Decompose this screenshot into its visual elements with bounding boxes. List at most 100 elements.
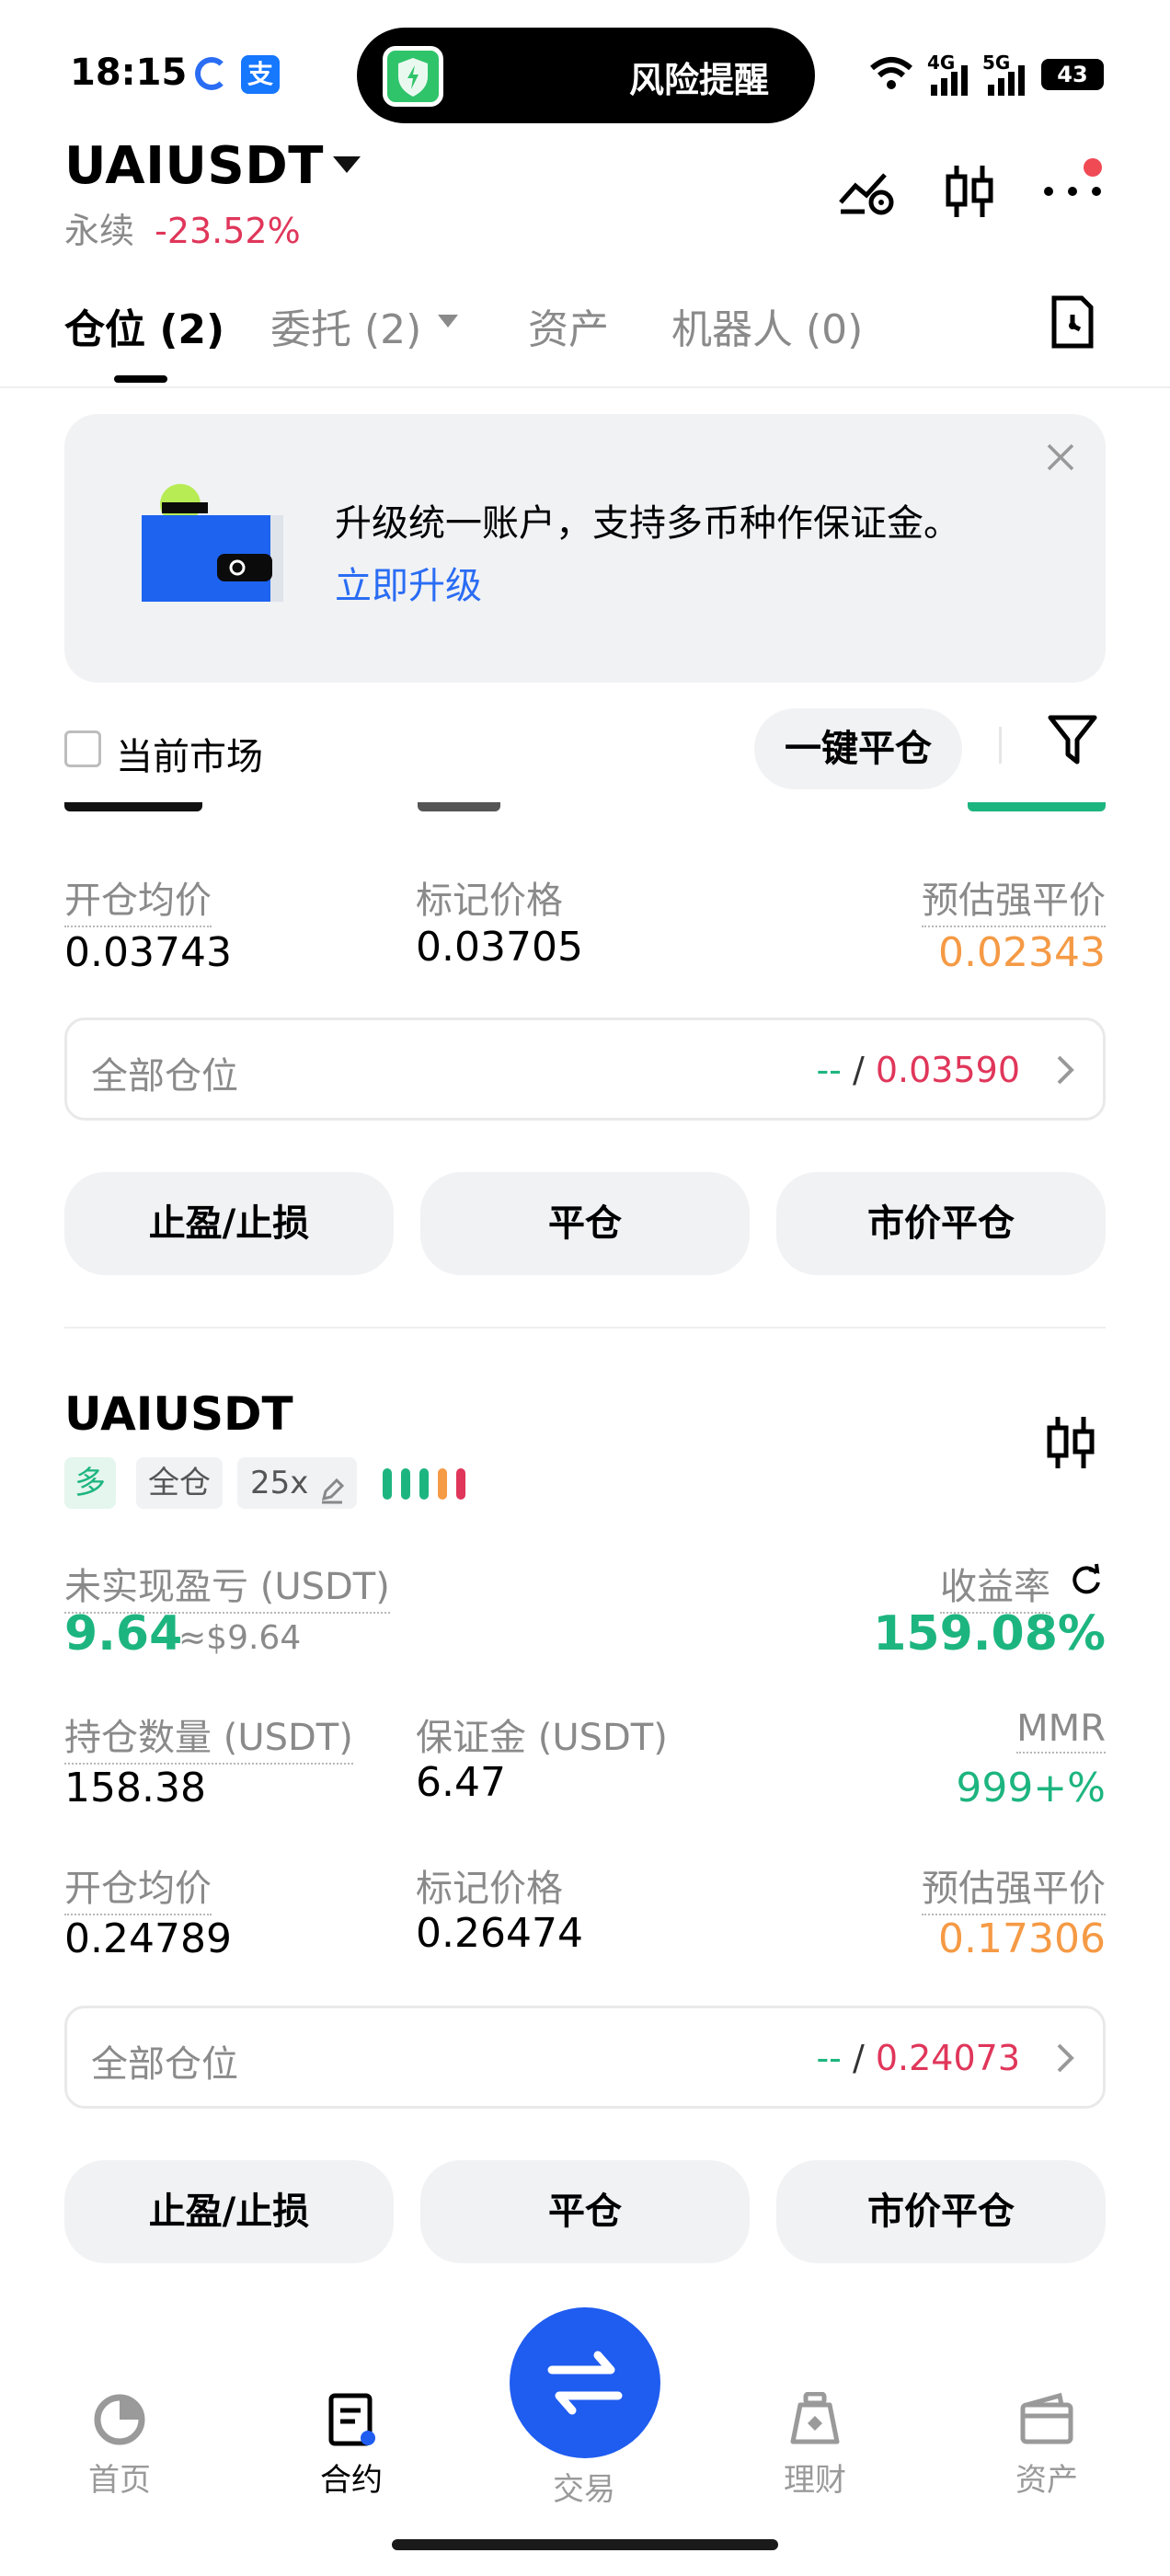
status-time: 18:15 <box>70 52 188 94</box>
banner-message: 升级统一账户，支持多币种作保证金。 <box>335 502 960 545</box>
position-actions: 止盈/止损 平仓 市价平仓 <box>64 2160 1106 2263</box>
alipay-icon: 支 <box>241 55 280 94</box>
margin-value: 6.47 <box>416 1759 506 1806</box>
nav-finance[interactable]: 理财 <box>746 2391 884 2500</box>
island-alert-text: 风险提醒 <box>629 60 770 100</box>
all-positions-label: 全部仓位 <box>91 1055 238 1098</box>
close-position-button[interactable]: 平仓 <box>420 2160 750 2263</box>
app-c-icon <box>195 57 228 90</box>
avg-open-label: 开仓均价 <box>64 1858 212 1915</box>
tab-orders[interactable]: 委托 (2) <box>270 296 421 355</box>
tpsl-values: -- / 0.24073 <box>816 2038 1020 2078</box>
refresh-icon[interactable] <box>1069 1562 1104 1601</box>
contract-type-row: 永续 -23.52% <box>64 202 301 253</box>
leverage-tag[interactable]: 25x <box>237 1457 357 1509</box>
nav-home-label: 首页 <box>88 2462 151 2499</box>
avg-open-value: 0.24789 <box>64 1915 232 1962</box>
size-label: 持仓数量 (USDT) <box>64 1708 353 1765</box>
avg-open-value: 0.03743 <box>64 929 232 976</box>
chevron-right-icon <box>1055 1053 1075 1090</box>
market-close-button[interactable]: 市价平仓 <box>776 2160 1106 2263</box>
trade-signal-icon[interactable] <box>837 166 896 221</box>
upnl-usd-value: ≈$9.64 <box>178 1619 302 1657</box>
mark-price-label: 标记价格 <box>416 880 563 922</box>
all-positions-label: 全部仓位 <box>91 2043 238 2086</box>
nav-contract[interactable]: 合约 <box>282 2392 420 2500</box>
candlestick-chart-icon[interactable] <box>942 162 997 224</box>
liq-price-value: 0.17306 <box>938 1915 1106 1962</box>
active-tab-indicator <box>114 375 167 383</box>
notification-dot <box>1084 158 1102 177</box>
position-symbol[interactable]: UAIUSDT <box>64 1387 293 1441</box>
clipped-row <box>0 802 1170 813</box>
roe-label: 收益率 <box>940 1557 1050 1614</box>
divider <box>64 1327 1106 1328</box>
nav-trade-label[interactable]: 交易 <box>515 2464 653 2509</box>
current-market-checkbox[interactable] <box>64 730 101 767</box>
mark-price-value: 0.03705 <box>416 924 583 971</box>
side-tag: 多 <box>64 1457 116 1509</box>
wallet-illustration-icon <box>142 482 285 605</box>
sl-value: 0.03590 <box>875 1050 1020 1090</box>
more-icon[interactable] <box>1043 184 1102 201</box>
tpsl-button[interactable]: 止盈/止损 <box>64 1172 394 1275</box>
chevron-right-icon <box>1055 2041 1075 2078</box>
tp-value: -- <box>816 2038 842 2078</box>
upnl-label: 未实现盈亏 (USDT) <box>64 1557 390 1614</box>
tp-value: -- <box>816 1050 842 1090</box>
leverage-value: 25x <box>250 1465 309 1501</box>
tab-positions[interactable]: 仓位 (2) <box>64 296 224 355</box>
mmr-value: 999+% <box>956 1765 1106 1811</box>
shield-icon <box>383 46 443 107</box>
avg-open-label: 开仓均价 <box>64 870 212 927</box>
price-change: -23.52% <box>155 211 301 251</box>
tpsl-button[interactable]: 止盈/止损 <box>64 2160 394 2263</box>
swap-icon <box>547 2351 623 2415</box>
home-indicator <box>392 2539 778 2550</box>
signal-bars-icon <box>986 64 1028 99</box>
nav-assets[interactable]: 资产 <box>978 2392 1116 2500</box>
history-icon[interactable] <box>1049 294 1095 353</box>
close-icon[interactable] <box>1045 442 1076 477</box>
margin-label: 保证金 (USDT) <box>416 1717 668 1759</box>
battery-indicator: 43 <box>1041 59 1104 90</box>
edit-icon <box>320 1468 345 1520</box>
all-positions-tpsl-row[interactable]: 全部仓位 -- / 0.24073 <box>64 2006 1106 2109</box>
finance-icon <box>787 2391 843 2447</box>
mmr-label: MMR <box>1016 1708 1106 1754</box>
chevron-down-icon[interactable] <box>438 315 458 328</box>
mark-price-value: 0.26474 <box>416 1910 583 1957</box>
size-value: 158.38 <box>64 1765 206 1811</box>
filter-icon[interactable] <box>1047 712 1098 771</box>
divider <box>0 386 1170 388</box>
current-market-label: 当前市场 <box>116 736 263 778</box>
close-position-button[interactable]: 平仓 <box>420 1172 750 1275</box>
home-icon <box>92 2392 147 2447</box>
trade-fab[interactable] <box>510 2307 660 2458</box>
chevron-down-icon[interactable] <box>333 156 361 173</box>
tab-bots[interactable]: 机器人 (0) <box>671 296 863 355</box>
nav-finance-label: 理财 <box>784 2462 846 2499</box>
margin-mode-tag: 全仓 <box>136 1457 223 1509</box>
symbol-title[interactable]: UAIUSDT <box>64 136 324 196</box>
upnl-value: 9.64 <box>64 1606 183 1662</box>
upgrade-link[interactable]: 立即升级 <box>335 556 482 609</box>
sl-value: 0.24073 <box>875 2038 1020 2078</box>
contract-type: 永续 <box>64 211 135 251</box>
nav-assets-label: 资产 <box>1015 2462 1078 2499</box>
roe-value: 159.08% <box>873 1606 1106 1662</box>
candlestick-chart-icon[interactable] <box>1045 1413 1096 1476</box>
close-all-button[interactable]: 一键平仓 <box>754 708 962 789</box>
nav-home[interactable]: 首页 <box>51 2392 189 2500</box>
wallet-icon <box>1019 2392 1074 2447</box>
all-positions-tpsl-row[interactable]: 全部仓位 -- / 0.03590 <box>64 1018 1106 1121</box>
liq-price-label: 预估强平价 <box>922 1858 1106 1915</box>
wifi-icon <box>868 55 914 96</box>
risk-level-icon <box>381 1466 476 1505</box>
position-actions: 止盈/止损 平仓 市价平仓 <box>64 1172 1106 1275</box>
liq-price-label: 预估强平价 <box>922 870 1106 927</box>
tab-assets[interactable]: 资产 <box>528 296 609 355</box>
divider <box>999 727 1002 764</box>
market-close-button[interactable]: 市价平仓 <box>776 1172 1106 1275</box>
contract-icon <box>324 2392 379 2447</box>
